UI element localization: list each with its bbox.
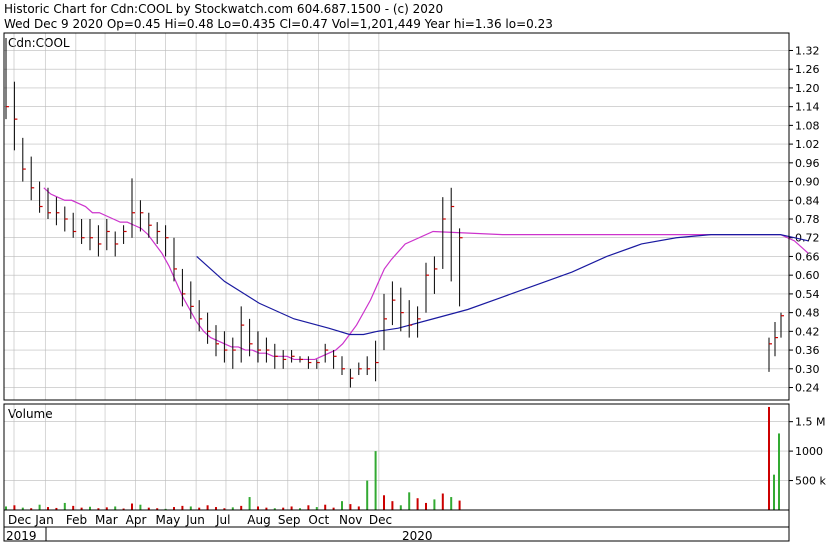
price-tick-label: 1.20 [795,82,820,95]
chart-svg: Historic Chart for Cdn:COOL by Stockwatc… [0,0,830,543]
volume-bar [114,506,117,510]
month-label: Apr [126,513,147,527]
volume-tick-label: 1000 [795,445,823,458]
month-label: Sep [278,513,301,527]
month-label: Dec [369,513,392,527]
price-tick-label: 1.02 [795,138,820,151]
volume-bar [131,503,133,510]
price-tick-label: 1.14 [795,101,820,114]
price-tick-label: 1.32 [795,44,820,57]
volume-bar [307,505,310,510]
volume-bar [189,506,192,510]
volume-bar [257,506,259,510]
volume-bar [38,504,41,510]
month-label: Aug [247,513,270,527]
volume-bar [383,495,385,510]
month-label: May [156,513,181,527]
price-tick-label: 0.24 [795,382,820,395]
volume-bar [458,500,461,510]
volume-bar [416,498,419,510]
volume-bar [441,493,444,510]
price-tick-label: 0.42 [795,325,820,338]
month-label: Jan [34,513,54,527]
volume-bar [778,433,780,510]
price-tick-label: 1.26 [795,63,820,76]
volume-bar [63,502,66,510]
volume-bar [181,505,184,510]
month-label: Feb [66,513,87,527]
volume-bar [240,505,243,510]
volume-bar [374,451,377,510]
volume-bar [13,505,16,510]
volume-bar [391,501,394,510]
volume-bar [290,506,293,510]
volume-bar [425,502,427,510]
background [0,0,830,543]
price-tick-label: 0.48 [795,307,820,320]
volume-bar [324,504,327,510]
price-tick-label: 0.54 [795,288,820,301]
month-label: Oct [308,513,329,527]
volume-bar [773,474,775,510]
volume-bar [433,499,436,510]
volume-bar [408,492,411,510]
stock-chart: Historic Chart for Cdn:COOL by Stockwatc… [0,0,830,543]
volume-bar [248,497,251,510]
price-tick-label: 0.36 [795,344,820,357]
header-line-1: Historic Chart for Cdn:COOL by Stockwatc… [4,2,443,16]
volume-bar [450,497,453,510]
volume-bar [206,505,209,510]
price-tick-label: 0.84 [795,194,820,207]
volume-bar [139,504,142,510]
price-tick-label: 0.78 [795,213,820,226]
header-line-2: Wed Dec 9 2020 Op=0.45 Hi=0.48 Lo=0.435 … [4,17,553,31]
volume-panel-title: Volume [8,407,53,421]
volume-bar [366,480,369,510]
price-tick-label: 0.96 [795,157,820,170]
volume-bar [768,406,770,510]
month-label: Nov [339,513,362,527]
month-label: Mar [95,513,118,527]
month-label: Dec [8,513,31,527]
volume-bar [341,501,343,510]
month-label: Jun [185,513,205,527]
volume-bar [399,505,402,510]
volume-bar [5,506,7,510]
volume-bar [72,505,75,510]
month-label: Jul [215,513,230,527]
price-tick-label: 0.60 [795,269,820,282]
volume-tick-label: 1.5 M [795,416,825,429]
price-panel-title: Cdn:COOL [8,36,70,50]
price-tick-label: 1.08 [795,119,820,132]
volume-tick-label: 500 k [795,475,826,488]
price-tick-label: 0.30 [795,363,820,376]
price-tick-label: 0.90 [795,176,820,189]
volume-bar [349,504,352,510]
volume-bar [357,506,360,510]
